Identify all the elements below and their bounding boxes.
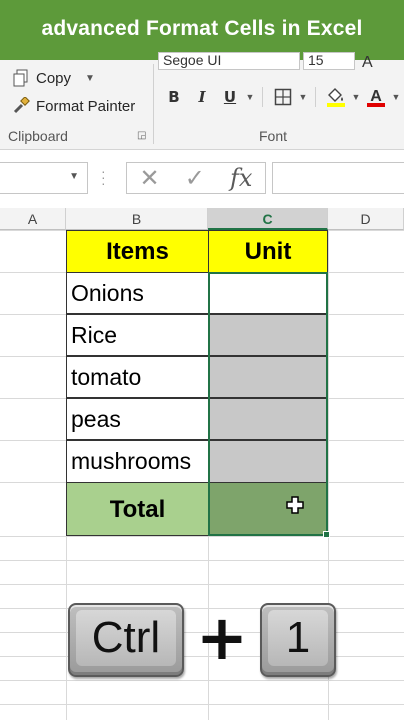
cancel-icon[interactable]: ✕ [140, 164, 160, 193]
copy-button[interactable]: Copy ▼ [12, 68, 95, 88]
plus-sign: + [196, 601, 248, 674]
chevron-down-icon[interactable]: ▼ [350, 92, 362, 102]
svg-text:A: A [370, 88, 382, 105]
ctrl-key: Ctrl [68, 603, 184, 677]
one-key: 1 [260, 603, 336, 677]
formula-input[interactable] [272, 162, 404, 194]
ribbon: Segoe UI 15 A Copy ▼ Format Painter Clip… [0, 52, 404, 150]
gridline [0, 584, 404, 585]
selection-outline [208, 272, 328, 536]
item-cell[interactable]: mushrooms [66, 440, 209, 483]
insert-function-icon[interactable]: fx [230, 164, 252, 192]
formula-buttons: ✕ ✓ fx [126, 162, 266, 194]
paintbrush-icon [13, 97, 30, 114]
item-cell[interactable]: Onions [66, 272, 209, 314]
font-group-label: Font [259, 128, 288, 144]
clipboard-group-label: Clipboard [8, 128, 68, 144]
font-color-button[interactable]: A [362, 86, 390, 108]
formula-bar: ▼ · · · ✕ ✓ fx [0, 150, 404, 208]
group-divider [153, 64, 154, 144]
gridline [0, 704, 404, 705]
banner-title: advanced Format Cells in Excel [41, 17, 363, 40]
header-cell-unit[interactable]: Unit [208, 230, 328, 273]
ctrl-key-label: Ctrl [76, 610, 176, 666]
column-header-c[interactable]: C [208, 208, 328, 230]
item-cell[interactable]: tomato [66, 356, 209, 398]
grow-font-icon[interactable]: A [362, 54, 373, 72]
italic-button[interactable]: I [188, 86, 216, 108]
title-banner: advanced Format Cells in Excel [0, 0, 404, 60]
name-box[interactable]: ▼ [0, 162, 88, 194]
format-painter-label: Format Painter [36, 97, 136, 115]
divider [315, 87, 316, 107]
chevron-down-icon[interactable]: ▼ [85, 73, 95, 84]
column-header-d[interactable]: D [328, 208, 404, 230]
item-cell[interactable]: Rice [66, 314, 209, 356]
column-header-b[interactable]: B [66, 208, 208, 230]
total-label-cell[interactable]: Total [66, 482, 209, 536]
copy-icon [13, 69, 28, 87]
item-cell[interactable]: peas [66, 398, 209, 440]
font-name-box[interactable]: Segoe UI [158, 52, 300, 70]
formula-bar-grip[interactable]: · · · [101, 164, 106, 190]
chevron-down-icon[interactable]: ▼ [244, 92, 256, 102]
borders-icon [274, 88, 292, 106]
one-key-label: 1 [268, 610, 328, 666]
column-header-a[interactable]: A [0, 208, 66, 230]
divider [262, 87, 263, 107]
underline-button[interactable]: U [216, 86, 244, 108]
gridline [0, 560, 404, 561]
fill-handle[interactable] [323, 531, 330, 538]
chevron-down-icon[interactable]: ▼ [390, 92, 402, 102]
chevron-down-icon[interactable]: ▼ [69, 171, 79, 182]
font-size-box[interactable]: 15 [303, 52, 355, 70]
dialog-launcher-icon[interactable]: ◲ [137, 130, 146, 141]
gridline [0, 680, 404, 681]
font-color-icon: A [367, 88, 385, 107]
gridline [0, 536, 404, 537]
paint-bucket-icon [327, 88, 345, 107]
format-painter-button[interactable]: Format Painter [12, 96, 135, 116]
borders-button[interactable] [269, 86, 297, 108]
bold-button[interactable]: B [160, 86, 188, 108]
font-format-row: B I U ▼ ▼ ▼ A ▼ [160, 86, 402, 108]
header-cell-items[interactable]: Items [66, 230, 209, 273]
chevron-down-icon[interactable]: ▼ [297, 92, 309, 102]
fill-color-button[interactable] [322, 86, 350, 108]
enter-icon[interactable]: ✓ [185, 164, 205, 193]
copy-label: Copy [36, 69, 72, 87]
cell-cursor-icon [286, 496, 304, 514]
